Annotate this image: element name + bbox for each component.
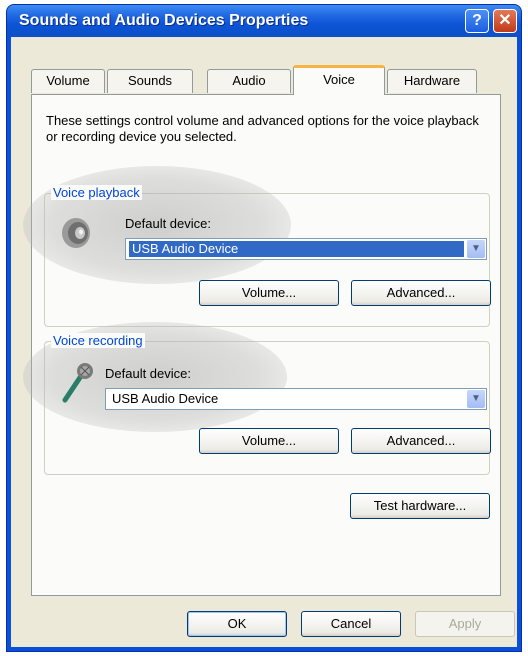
ok-button[interactable]: OK <box>187 611 287 637</box>
description-text: These settings control volume and advanc… <box>46 113 479 144</box>
dialog-window: Sounds and Audio Devices Properties ? ✕ … <box>6 4 522 652</box>
tab-audio[interactable]: Audio <box>207 69 291 93</box>
test-hardware-button[interactable]: Test hardware... <box>350 493 490 519</box>
recording-device-select[interactable]: USB Audio Device ▼ <box>105 388 487 410</box>
cancel-button[interactable]: Cancel <box>301 611 401 637</box>
chevron-down-icon[interactable]: ▼ <box>467 240 485 258</box>
voice-recording-group: Voice recording Default device: USB Audi… <box>23 322 491 475</box>
tab-volume[interactable]: Volume <box>31 69 105 93</box>
playback-volume-button[interactable]: Volume... <box>199 280 339 306</box>
tab-hardware[interactable]: Hardware <box>387 69 477 93</box>
dialog-client-area: Volume Sounds Audio Voice Hardware These… <box>11 37 517 647</box>
help-icon[interactable]: ? <box>465 9 489 33</box>
speaker-icon <box>62 218 90 248</box>
voice-recording-legend: Voice recording <box>51 333 145 348</box>
playback-advanced-button[interactable]: Advanced... <box>351 280 491 306</box>
tab-strip: Volume Sounds Audio Voice Hardware <box>31 65 501 95</box>
apply-button[interactable]: Apply <box>415 611 515 637</box>
window-title: Sounds and Audio Devices Properties <box>19 12 309 29</box>
voice-playback-group: Voice playback Default device: USB Audio… <box>23 166 491 327</box>
tab-panel-voice: These settings control volume and advanc… <box>23 94 501 596</box>
tab-voice[interactable]: Voice <box>293 65 385 95</box>
tab-sounds[interactable]: Sounds <box>107 69 193 93</box>
playback-default-device-label: Default device: <box>125 216 211 231</box>
chevron-down-icon[interactable]: ▼ <box>467 390 485 408</box>
title-bar[interactable]: Sounds and Audio Devices Properties ? ✕ <box>7 5 521 37</box>
recording-default-device-label: Default device: <box>105 366 191 381</box>
recording-advanced-button[interactable]: Advanced... <box>351 428 491 454</box>
recording-volume-button[interactable]: Volume... <box>199 428 339 454</box>
close-icon[interactable]: ✕ <box>493 9 517 33</box>
voice-playback-legend: Voice playback <box>51 185 142 200</box>
playback-device-value: USB Audio Device <box>129 241 464 257</box>
recording-device-value: USB Audio Device <box>112 391 219 406</box>
microphone-icon <box>62 363 93 403</box>
playback-device-select[interactable]: USB Audio Device ▼ <box>125 238 487 260</box>
